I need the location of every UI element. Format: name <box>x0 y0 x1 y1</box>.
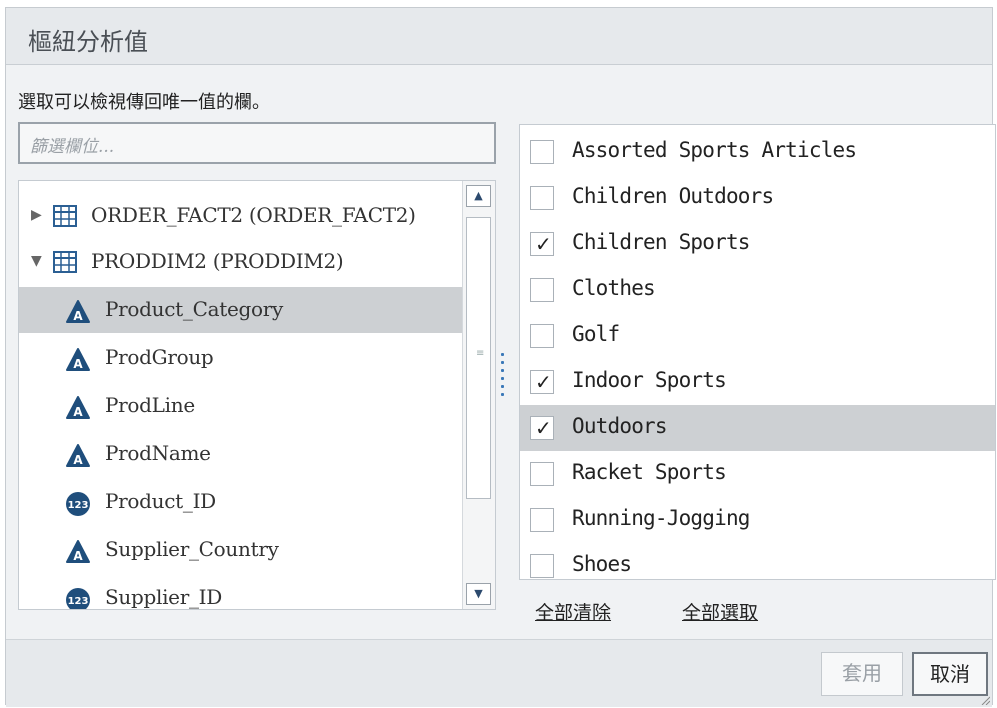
value-checkbox[interactable] <box>530 278 554 302</box>
tree-table-node[interactable]: ▼ PRODDIM2 (PRODDIM2) <box>19 239 462 285</box>
character-column-icon: A <box>66 540 90 563</box>
tree-column-item[interactable]: 123 Product_ID <box>19 479 462 525</box>
column-name: ProdName <box>105 441 211 465</box>
value-list-item[interactable]: Assorted Sports Articles <box>520 129 995 175</box>
tree-column-item[interactable]: A Product_Category <box>19 287 462 333</box>
tree-column-item[interactable]: A Supplier_Country <box>19 527 462 573</box>
value-checkbox[interactable]: ✓ <box>530 370 554 394</box>
value-checkbox[interactable] <box>530 140 554 164</box>
character-column-icon: A <box>66 300 90 323</box>
tree-scrollbar[interactable]: ▲ ≡ ▼ <box>462 181 495 609</box>
value-label: Outdoors <box>572 414 668 438</box>
column-tree: ▶ ORDER_FACT2 (ORDER_FACT2) ▼ PRODDIM2 (PRO… <box>18 180 496 610</box>
value-list-item[interactable]: Clothes <box>520 267 995 313</box>
expand-arrow-icon[interactable]: ▶ <box>31 207 42 223</box>
value-label: Children Sports <box>572 230 750 254</box>
value-checkbox[interactable]: ✓ <box>530 232 554 256</box>
svg-text:A: A <box>73 549 83 563</box>
column-name: Supplier_ID <box>105 585 223 609</box>
filter-field-input[interactable]: 篩選欄位... <box>18 122 496 164</box>
table-icon <box>53 205 77 227</box>
column-name: Supplier_Country <box>105 537 279 561</box>
numeric-column-icon: 123 <box>66 492 90 516</box>
apply-button[interactable]: 套用 <box>821 652 903 696</box>
instruction-text: 選取可以檢視傳回唯一值的欄。 <box>18 92 270 113</box>
tree-column-item[interactable]: 123 Supplier_ID <box>19 575 462 609</box>
column-name: Product_ID <box>105 489 216 513</box>
values-list: Assorted Sports Articles Children Outdoor… <box>519 124 996 580</box>
checkmark-icon: ✓ <box>535 416 552 440</box>
table-name: ORDER_FACT2 (ORDER_FACT2) <box>91 203 416 227</box>
value-label: Golf <box>572 322 620 346</box>
value-label: Running-Jogging <box>572 506 750 530</box>
character-column-icon: A <box>66 444 90 467</box>
pivot-values-dialog: 樞紐分析值 選取可以檢視傳回唯一值的欄。 篩選欄位... ▶ ORDER_FACT… <box>5 7 996 707</box>
collapse-arrow-icon[interactable]: ▼ <box>31 253 42 269</box>
tree-column-item[interactable]: A ProdName <box>19 431 462 477</box>
checkmark-icon: ✓ <box>535 370 552 394</box>
value-list-item[interactable]: Golf <box>520 313 995 359</box>
value-label: Assorted Sports Articles <box>572 138 857 162</box>
svg-text:A: A <box>73 405 83 419</box>
value-label: Racket Sports <box>572 460 727 484</box>
value-list-item[interactable]: ✓ Outdoors <box>520 405 995 451</box>
scroll-thumb[interactable]: ≡ <box>466 217 491 499</box>
character-column-icon: A <box>66 396 90 419</box>
value-checkbox[interactable] <box>530 186 554 210</box>
column-name: ProdLine <box>105 393 195 417</box>
resize-grip-icon[interactable] <box>980 695 990 705</box>
value-list-item[interactable]: ✓ Indoor Sports <box>520 359 995 405</box>
value-label: Shoes <box>572 552 632 576</box>
numeric-column-icon: 123 <box>66 588 90 609</box>
svg-text:A: A <box>73 453 83 467</box>
table-icon <box>53 251 77 273</box>
checkmark-icon: ✓ <box>535 232 552 256</box>
svg-text:123: 123 <box>68 596 89 607</box>
character-column-icon: A <box>66 348 90 371</box>
value-checkbox[interactable]: ✓ <box>530 416 554 440</box>
value-checkbox[interactable] <box>530 554 554 578</box>
table-name: PRODDIM2 (PRODDIM2) <box>91 249 344 273</box>
dialog-titlebar[interactable]: 樞紐分析值 <box>6 8 992 65</box>
scroll-down-button[interactable]: ▼ <box>466 583 491 605</box>
tree-column-item[interactable]: A ProdLine <box>19 383 462 429</box>
column-name: ProdGroup <box>105 345 214 369</box>
value-list-item[interactable]: Shoes <box>520 543 995 579</box>
scroll-grip-icon: ≡ <box>476 348 485 359</box>
svg-text:A: A <box>73 357 83 371</box>
svg-text:123: 123 <box>68 500 89 511</box>
dialog-title: 樞紐分析值 <box>28 28 148 56</box>
cancel-button[interactable]: 取消 <box>912 652 988 696</box>
tree-column-item[interactable]: A ProdGroup <box>19 335 462 381</box>
panel-splitter[interactable] <box>501 353 505 401</box>
scroll-up-button[interactable]: ▲ <box>466 185 491 207</box>
clear-all-link[interactable]: 全部清除 <box>535 598 611 625</box>
value-checkbox[interactable] <box>530 462 554 486</box>
value-list-item[interactable]: Running-Jogging <box>520 497 995 543</box>
value-list-item[interactable]: ✓ Children Sports <box>520 221 995 267</box>
column-name: Product_Category <box>105 297 283 321</box>
value-checkbox[interactable] <box>530 508 554 532</box>
value-list-item[interactable]: Children Outdoors <box>520 175 995 221</box>
dialog-footer: 套用 取消 <box>6 639 992 707</box>
value-checkbox[interactable] <box>530 324 554 348</box>
tree-table-node[interactable]: ▶ ORDER_FACT2 (ORDER_FACT2) <box>19 193 462 239</box>
svg-text:A: A <box>73 309 83 323</box>
value-list-item[interactable]: Racket Sports <box>520 451 995 497</box>
value-label: Clothes <box>572 276 656 300</box>
select-all-link[interactable]: 全部選取 <box>682 598 758 625</box>
value-label: Children Outdoors <box>572 184 774 208</box>
value-label: Indoor Sports <box>572 368 727 392</box>
